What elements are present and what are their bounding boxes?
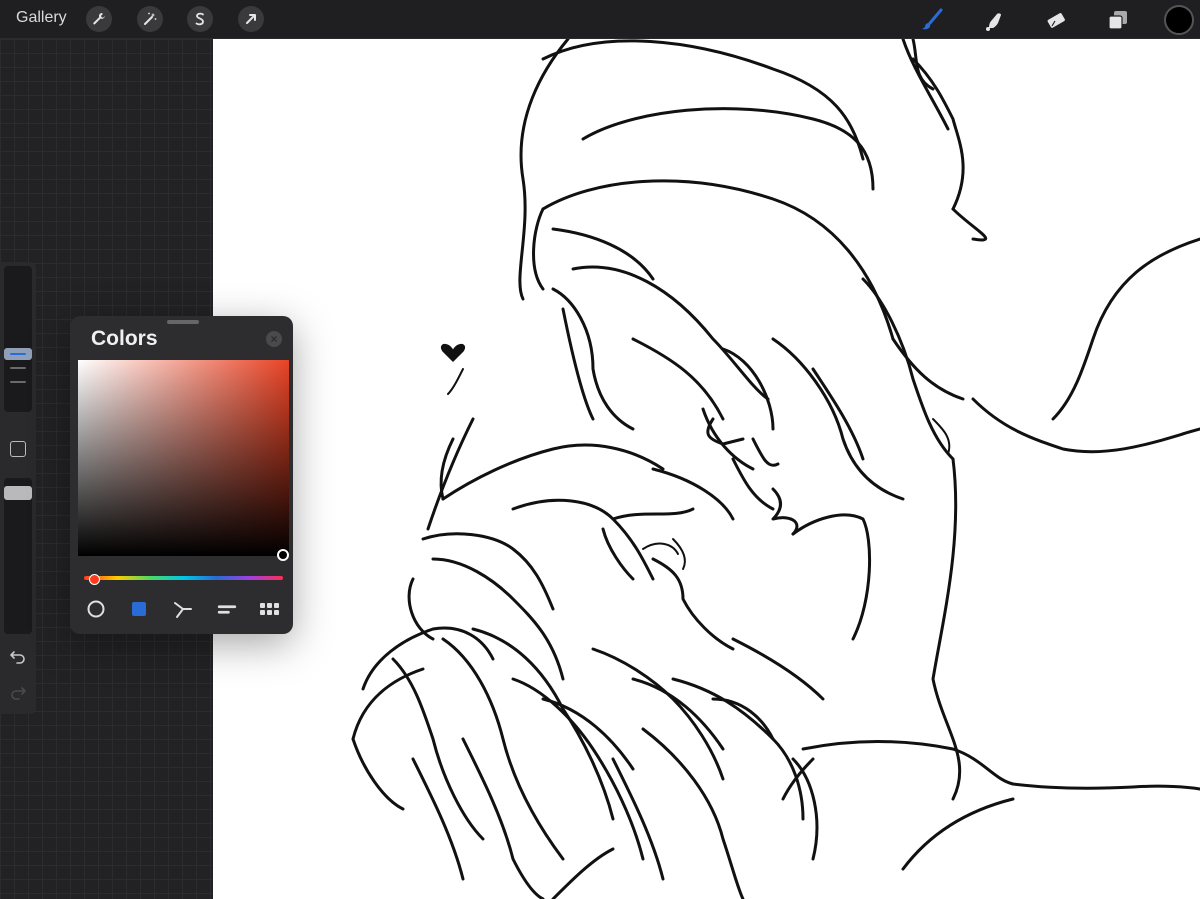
- drawing-canvas[interactable]: [213, 39, 1200, 899]
- transform-arrow-icon[interactable]: [238, 6, 264, 32]
- disc-mode-icon[interactable]: [85, 598, 107, 620]
- size-tick: [10, 367, 26, 369]
- size-tick: [10, 381, 26, 383]
- value-mode-icon[interactable]: [216, 598, 238, 620]
- brush-icon[interactable]: [918, 6, 946, 34]
- opacity-slider[interactable]: [4, 478, 32, 634]
- selection-icon[interactable]: [187, 6, 213, 32]
- close-icon[interactable]: ×: [266, 331, 282, 347]
- brush-size-slider[interactable]: [4, 266, 32, 412]
- panel-grabber[interactable]: [167, 320, 199, 324]
- magic-wand-icon[interactable]: [137, 6, 163, 32]
- color-well-button[interactable]: [1164, 5, 1194, 35]
- hue-slider[interactable]: [84, 576, 283, 580]
- hue-slider-handle[interactable]: [89, 574, 100, 585]
- opacity-thumb[interactable]: [4, 486, 32, 500]
- gallery-button[interactable]: Gallery: [16, 9, 67, 27]
- panel-title: Colors: [91, 327, 158, 350]
- line-art-drawing: [351, 39, 1200, 899]
- colors-panel: Colors ×: [70, 316, 293, 634]
- wrench-icon[interactable]: [86, 6, 112, 32]
- layers-icon[interactable]: [1104, 6, 1132, 34]
- color-picker-handle[interactable]: [277, 549, 289, 561]
- palettes-mode-icon[interactable]: [259, 598, 281, 620]
- smudge-icon[interactable]: [980, 6, 1008, 34]
- top-toolbar: Gallery: [0, 0, 1200, 39]
- saturation-brightness-picker[interactable]: [78, 360, 289, 556]
- brush-sidebar: [0, 262, 36, 714]
- modify-button[interactable]: [10, 441, 26, 457]
- undo-icon[interactable]: [8, 646, 28, 666]
- eraser-icon[interactable]: [1042, 6, 1070, 34]
- brush-size-thumb[interactable]: [4, 348, 32, 360]
- classic-mode-icon[interactable]: [128, 598, 150, 620]
- harmony-mode-icon[interactable]: [172, 598, 194, 620]
- redo-icon[interactable]: [8, 682, 28, 702]
